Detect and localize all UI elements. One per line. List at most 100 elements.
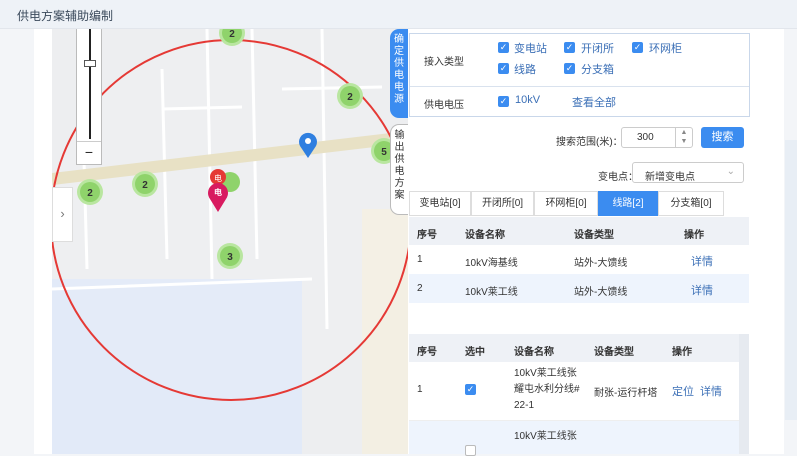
col-header: 设备名称 [514,347,554,358]
map-canvas[interactable]: 2 2 5 2 2 3 电 电 [52,29,408,454]
table-row[interactable]: 1 10kV海基线 站外-大馈线 详情 [409,245,749,275]
row-no: 2 [417,283,423,294]
search-button[interactable]: 搜索 [701,127,744,148]
checkbox-label[interactable]: 分支箱 [581,61,614,77]
tab-char: 方 [394,178,405,189]
right-scroll-strip [785,140,797,420]
station-select[interactable]: 新增变电点 ⌄ [632,162,744,183]
row-no: 1 [417,384,423,395]
app-title: 供电方案辅助编制 [17,9,114,23]
col-header: 设备名称 [465,230,505,241]
cluster-count: 5 [381,147,387,158]
col-header: 序号 [417,347,437,358]
col-header: 操作 [684,230,704,241]
zoom-slider-handle[interactable] [84,60,96,67]
tab-confirm-power-source[interactable]: 确 定 供 电 电 源 [390,29,408,118]
row-name: 10kV莱工线 [465,287,518,298]
tab-char: 案 [394,190,405,201]
col-header: 序号 [417,230,437,241]
checkbox-line[interactable]: ✓ [498,63,509,74]
checkbox-label[interactable]: 开闭所 [581,40,614,56]
marker-label: 电 [214,187,222,197]
tab-char: 供 [394,154,405,165]
search-range-label: 搜索范围(米)： [556,137,623,148]
tab-char: 电 [394,166,405,177]
checkbox-branch-box[interactable]: ✓ [564,63,575,74]
locate-link[interactable]: 定位 [672,383,694,399]
name-line: 耀屯水利分线# [514,384,580,395]
zoom-out-button[interactable]: − [77,141,101,164]
tab-char: 电 [394,82,404,93]
checkbox-label[interactable]: 变电站 [514,40,547,56]
cluster-count: 2 [142,180,148,191]
row-type: 站外-大馈线 [574,258,628,269]
cluster-count: 2 [229,29,235,40]
row-select-checkbox[interactable]: ✓ [465,384,476,395]
search-range-value: 300 [637,132,654,143]
cluster-marker[interactable]: 2 [337,83,363,109]
substation-marker[interactable]: 电 [210,169,226,185]
lines-table-header: 序号 设备名称 设备类型 操作 [409,217,749,245]
checkbox-label[interactable]: 环网柜 [649,40,682,56]
voltage-label: 供电电压 [424,100,464,111]
row-type: 站外-大馈线 [574,287,628,298]
table-row[interactable]: 10kV莱工线张 [409,421,739,456]
checkbox-label[interactable]: 线路 [514,61,536,77]
row-no: 1 [417,254,423,265]
marker-label: 电 [214,173,222,183]
zoom-control[interactable]: − [76,29,102,165]
checkbox-10kv[interactable]: ✓ [498,96,509,107]
access-type-label: 接入类型 [424,57,464,68]
tab-branch-box[interactable]: 分支箱[0] [658,191,724,216]
collapse-panel-button[interactable]: › [52,187,73,242]
station-select-value: 新增变电点 [645,172,695,183]
col-header: 选中 [465,347,485,358]
cluster-count: 2 [347,92,353,103]
title-bar: 供电方案辅助编制 [0,0,797,29]
row-name: 10kV莱工线张 [514,431,577,442]
view-all-link[interactable]: 查看全部 [572,94,616,110]
row-name: 10kV莱工线张 耀屯水利分线# 22-1 [514,366,580,414]
name-line: 10kV莱工线张 [514,368,577,379]
row-type: 耐张-运行杆塔 [594,388,658,399]
map-view[interactable]: 2 2 5 2 2 3 电 电 [52,29,408,454]
cluster-marker[interactable]: 2 [132,171,158,197]
col-header: 操作 [672,347,692,358]
tab-char: 电 [394,70,404,81]
spinner-arrows-icon[interactable]: ▲ ▼ [675,128,692,147]
cluster-count: 3 [227,252,233,263]
device-table-scrollbar[interactable] [739,334,749,454]
tab-line[interactable]: 线路[2] [598,191,658,216]
device-table-header: 序号 选中 设备名称 设备类型 操作 [409,334,739,362]
col-header: 设备类型 [594,347,634,358]
tab-output-power-plan[interactable]: 输 出 供 电 方 案 [390,124,408,215]
tab-substation[interactable]: 变电站[0] [409,191,471,216]
tab-char: 源 [394,94,404,105]
zoom-slider-track[interactable] [89,29,91,139]
tab-ring-main-unit[interactable]: 环网柜[0] [534,191,598,216]
tab-switch-station[interactable]: 开闭所[0] [471,191,534,216]
detail-link[interactable]: 详情 [691,253,713,269]
checkbox-label[interactable]: 10kV [515,94,540,106]
tab-char: 出 [394,142,405,153]
tab-char: 确 [394,34,404,45]
checkbox-switch-station[interactable]: ✓ [564,42,575,53]
detail-link[interactable]: 详情 [691,282,713,298]
tab-char: 输 [394,130,405,141]
row-name: 10kV海基线 [465,258,518,269]
cluster-marker[interactable]: 2 [77,179,103,205]
tab-char: 供 [394,58,404,69]
table-row[interactable]: 2 10kV莱工线 站外-大馈线 详情 [409,274,749,303]
col-header: 设备类型 [574,230,614,241]
checkbox-substation[interactable]: ✓ [498,42,509,53]
chevron-down-icon: ⌄ [726,166,735,177]
tab-char: 定 [394,46,404,57]
table-row[interactable]: 1 ✓ 10kV莱工线张 耀屯水利分线# 22-1 耐张-运行杆塔 定位 详情 [409,362,739,421]
cluster-count: 2 [87,188,93,199]
search-range-input[interactable]: 300 ▲ ▼ [621,127,693,148]
cluster-marker[interactable]: 3 [217,243,243,269]
checkbox-ring-main-unit[interactable]: ✓ [632,42,643,53]
detail-link[interactable]: 详情 [700,383,722,399]
row-select-checkbox[interactable] [465,445,476,456]
name-line: 22-1 [514,400,535,411]
